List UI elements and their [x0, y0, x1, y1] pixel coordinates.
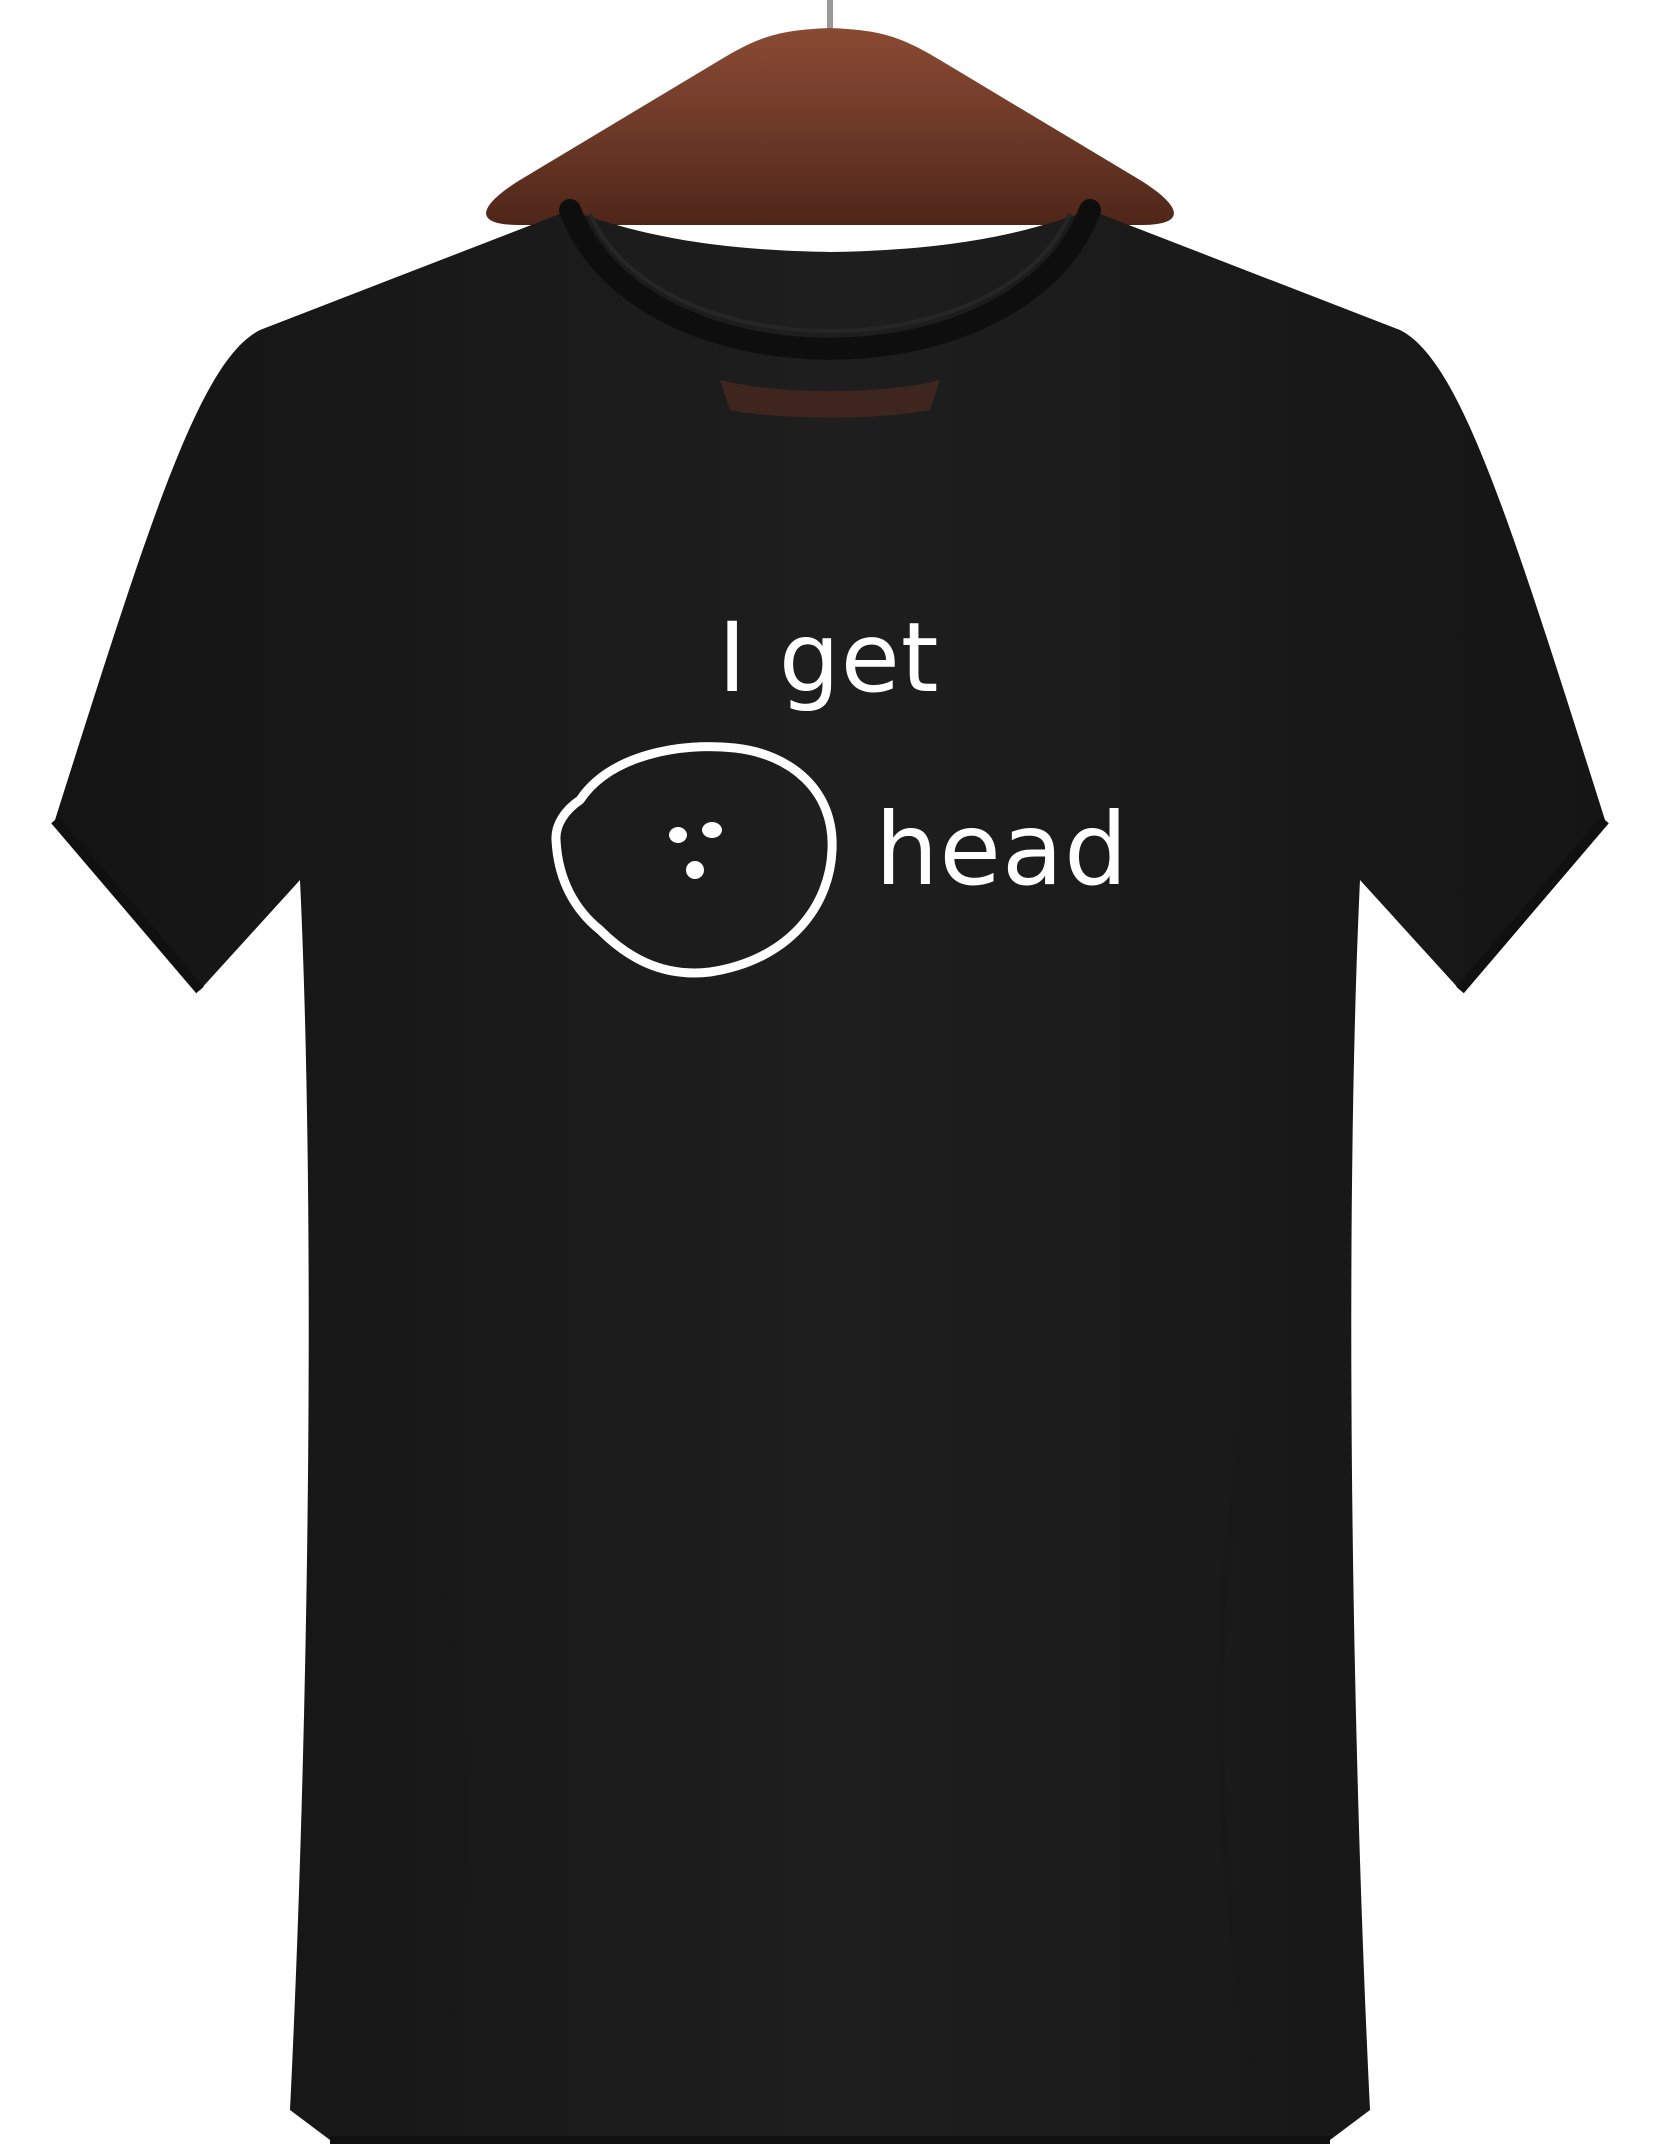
tshirt-on-hanger-illustration: [51, 0, 1609, 2144]
product-photo: I get head: [0, 0, 1660, 2151]
wooden-hanger: [486, 28, 1174, 225]
tshirt-body: [55, 210, 1605, 2140]
print-line-one: I get: [718, 602, 940, 714]
print-line-two: head: [875, 791, 1129, 908]
round-face-doodle-icon: [551, 742, 837, 978]
